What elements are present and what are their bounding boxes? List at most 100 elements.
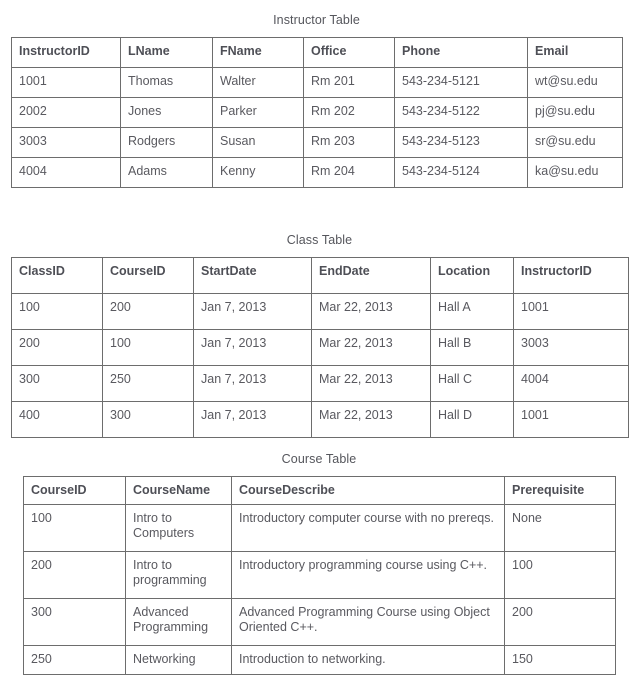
table-row: 200 Intro to programming Introductory pr… (23, 551, 616, 599)
instructor-table-block: Instructor Table InstructorID LName FNam… (11, 13, 623, 188)
cell: 4004 (11, 157, 121, 188)
column-header-enddate[interactable]: EndDate (311, 257, 431, 294)
cell: Hall C (430, 365, 514, 402)
table-row: 300 Advanced Programming Advanced Progra… (23, 598, 616, 646)
column-header-startdate[interactable]: StartDate (193, 257, 312, 294)
cell: 4004 (513, 365, 629, 402)
cell: None (504, 504, 616, 552)
cell: 543-234-5121 (394, 67, 528, 98)
cell: 400 (11, 401, 103, 438)
cell: 543-234-5124 (394, 157, 528, 188)
column-header-coursedescribe[interactable]: CourseDescribe (231, 476, 505, 505)
cell: Jan 7, 2013 (193, 329, 312, 366)
column-header-phone[interactable]: Phone (394, 37, 528, 68)
cell: 100 (504, 551, 616, 599)
cell: 100 (11, 293, 103, 330)
column-header-instructorid[interactable]: InstructorID (11, 37, 121, 68)
cell: Parker (212, 97, 304, 128)
class-table-title: Class Table (286, 233, 353, 247)
instructor-table: InstructorID LName FName Office Phone Em… (11, 37, 623, 188)
cell: Rm 204 (303, 157, 395, 188)
cell: Introductory programming course using C+… (231, 551, 505, 599)
column-header-lname[interactable]: LName (120, 37, 213, 68)
cell: Jan 7, 2013 (193, 293, 312, 330)
cell: Mar 22, 2013 (311, 293, 431, 330)
cell: 300 (102, 401, 194, 438)
cell: Rm 202 (303, 97, 395, 128)
cell: Hall B (430, 329, 514, 366)
cell: Mar 22, 2013 (311, 329, 431, 366)
cell: Advanced Programming (125, 598, 232, 646)
column-header-location[interactable]: Location (430, 257, 514, 294)
cell: 200 (504, 598, 616, 646)
cell: ka@su.edu (527, 157, 623, 188)
table-row: 250 Networking Introduction to networkin… (23, 645, 616, 675)
table-row: 1001 Thomas Walter Rm 201 543-234-5121 w… (11, 67, 623, 98)
cell: 3003 (11, 127, 121, 158)
cell: 3003 (513, 329, 629, 366)
table-row: 100 Intro to Computers Introductory comp… (23, 504, 616, 552)
cell: Mar 22, 2013 (311, 365, 431, 402)
cell: 150 (504, 645, 616, 675)
column-header-instructorid[interactable]: InstructorID (513, 257, 629, 294)
cell: 100 (102, 329, 194, 366)
cell: sr@su.edu (527, 127, 623, 158)
table-row: 3003 Rodgers Susan Rm 203 543-234-5123 s… (11, 127, 623, 158)
column-header-fname[interactable]: FName (212, 37, 304, 68)
cell: 543-234-5123 (394, 127, 528, 158)
cell: Rm 203 (303, 127, 395, 158)
course-table-title: Course Table (281, 452, 357, 466)
table-row: 200 100 Jan 7, 2013 Mar 22, 2013 Hall B … (11, 329, 629, 366)
cell: Hall D (430, 401, 514, 438)
table-header-row: CourseID CourseName CourseDescribe Prere… (23, 476, 616, 505)
cell: 200 (102, 293, 194, 330)
class-table: ClassID CourseID StartDate EndDate Locat… (11, 257, 629, 438)
table-header-row: ClassID CourseID StartDate EndDate Locat… (11, 257, 629, 294)
cell: 2002 (11, 97, 121, 128)
cell: 1001 (513, 401, 629, 438)
cell: Intro to programming (125, 551, 232, 599)
cell: 1001 (11, 67, 121, 98)
cell: Jan 7, 2013 (193, 365, 312, 402)
instructor-table-title: Instructor Table (273, 13, 360, 27)
course-table-block: Course Table CourseID CourseName CourseD… (23, 452, 616, 675)
cell: 100 (23, 504, 126, 552)
cell: 543-234-5122 (394, 97, 528, 128)
cell: 250 (102, 365, 194, 402)
class-table-block: Class Table ClassID CourseID StartDate E… (11, 233, 629, 438)
table-row: 4004 Adams Kenny Rm 204 543-234-5124 ka@… (11, 157, 623, 188)
column-header-prerequisite[interactable]: Prerequisite (504, 476, 616, 505)
cell: Advanced Programming Course using Object… (231, 598, 505, 646)
table-row: 300 250 Jan 7, 2013 Mar 22, 2013 Hall C … (11, 365, 629, 402)
cell: 300 (11, 365, 103, 402)
cell: Kenny (212, 157, 304, 188)
column-header-courseid[interactable]: CourseID (23, 476, 126, 505)
cell: 200 (11, 329, 103, 366)
table-row: 400 300 Jan 7, 2013 Mar 22, 2013 Hall D … (11, 401, 629, 438)
table-header-row: InstructorID LName FName Office Phone Em… (11, 37, 623, 68)
column-header-classid[interactable]: ClassID (11, 257, 103, 294)
cell: Rm 201 (303, 67, 395, 98)
cell: Mar 22, 2013 (311, 401, 431, 438)
cell: 300 (23, 598, 126, 646)
column-header-coursename[interactable]: CourseName (125, 476, 232, 505)
cell: Rodgers (120, 127, 213, 158)
cell: Networking (125, 645, 232, 675)
column-header-courseid[interactable]: CourseID (102, 257, 194, 294)
column-header-office[interactable]: Office (303, 37, 395, 68)
cell: Susan (212, 127, 304, 158)
cell: 250 (23, 645, 126, 675)
cell: 200 (23, 551, 126, 599)
cell: Jan 7, 2013 (193, 401, 312, 438)
cell: Jones (120, 97, 213, 128)
cell: Thomas (120, 67, 213, 98)
cell: pj@su.edu (527, 97, 623, 128)
database-tables-page: Instructor Table InstructorID LName FNam… (0, 0, 633, 689)
cell: Introduction to networking. (231, 645, 505, 675)
cell: 1001 (513, 293, 629, 330)
cell: Intro to Computers (125, 504, 232, 552)
cell: wt@su.edu (527, 67, 623, 98)
cell: Adams (120, 157, 213, 188)
cell: Walter (212, 67, 304, 98)
column-header-email[interactable]: Email (527, 37, 623, 68)
